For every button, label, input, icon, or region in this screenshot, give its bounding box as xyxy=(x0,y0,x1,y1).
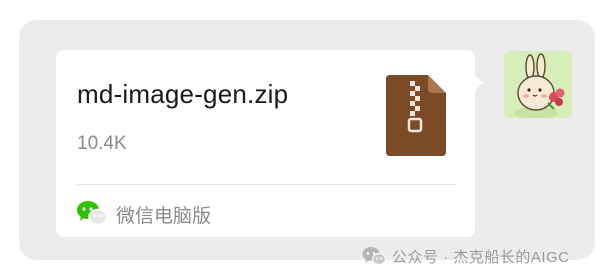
card-divider xyxy=(77,184,456,185)
wechat-icon xyxy=(77,201,108,226)
message-bubble-tail xyxy=(474,75,483,91)
watermark-text: 公众号 · 杰克船长的AIGC xyxy=(392,248,570,266)
wechat-official-account-icon xyxy=(362,247,386,266)
sender-avatar[interactable] xyxy=(504,51,572,118)
file-size: 10.4K xyxy=(77,133,127,154)
source-label: 微信电脑版 xyxy=(116,206,212,227)
zip-archive-icon xyxy=(386,75,446,156)
bunny-avatar-icon xyxy=(504,51,572,118)
watermark: 公众号 · 杰克船长的AIGC xyxy=(362,244,570,268)
file-message-card[interactable]: md-image-gen.zip 10.4K 微信电脑版 xyxy=(56,50,475,237)
file-name: md-image-gen.zip xyxy=(77,79,289,109)
